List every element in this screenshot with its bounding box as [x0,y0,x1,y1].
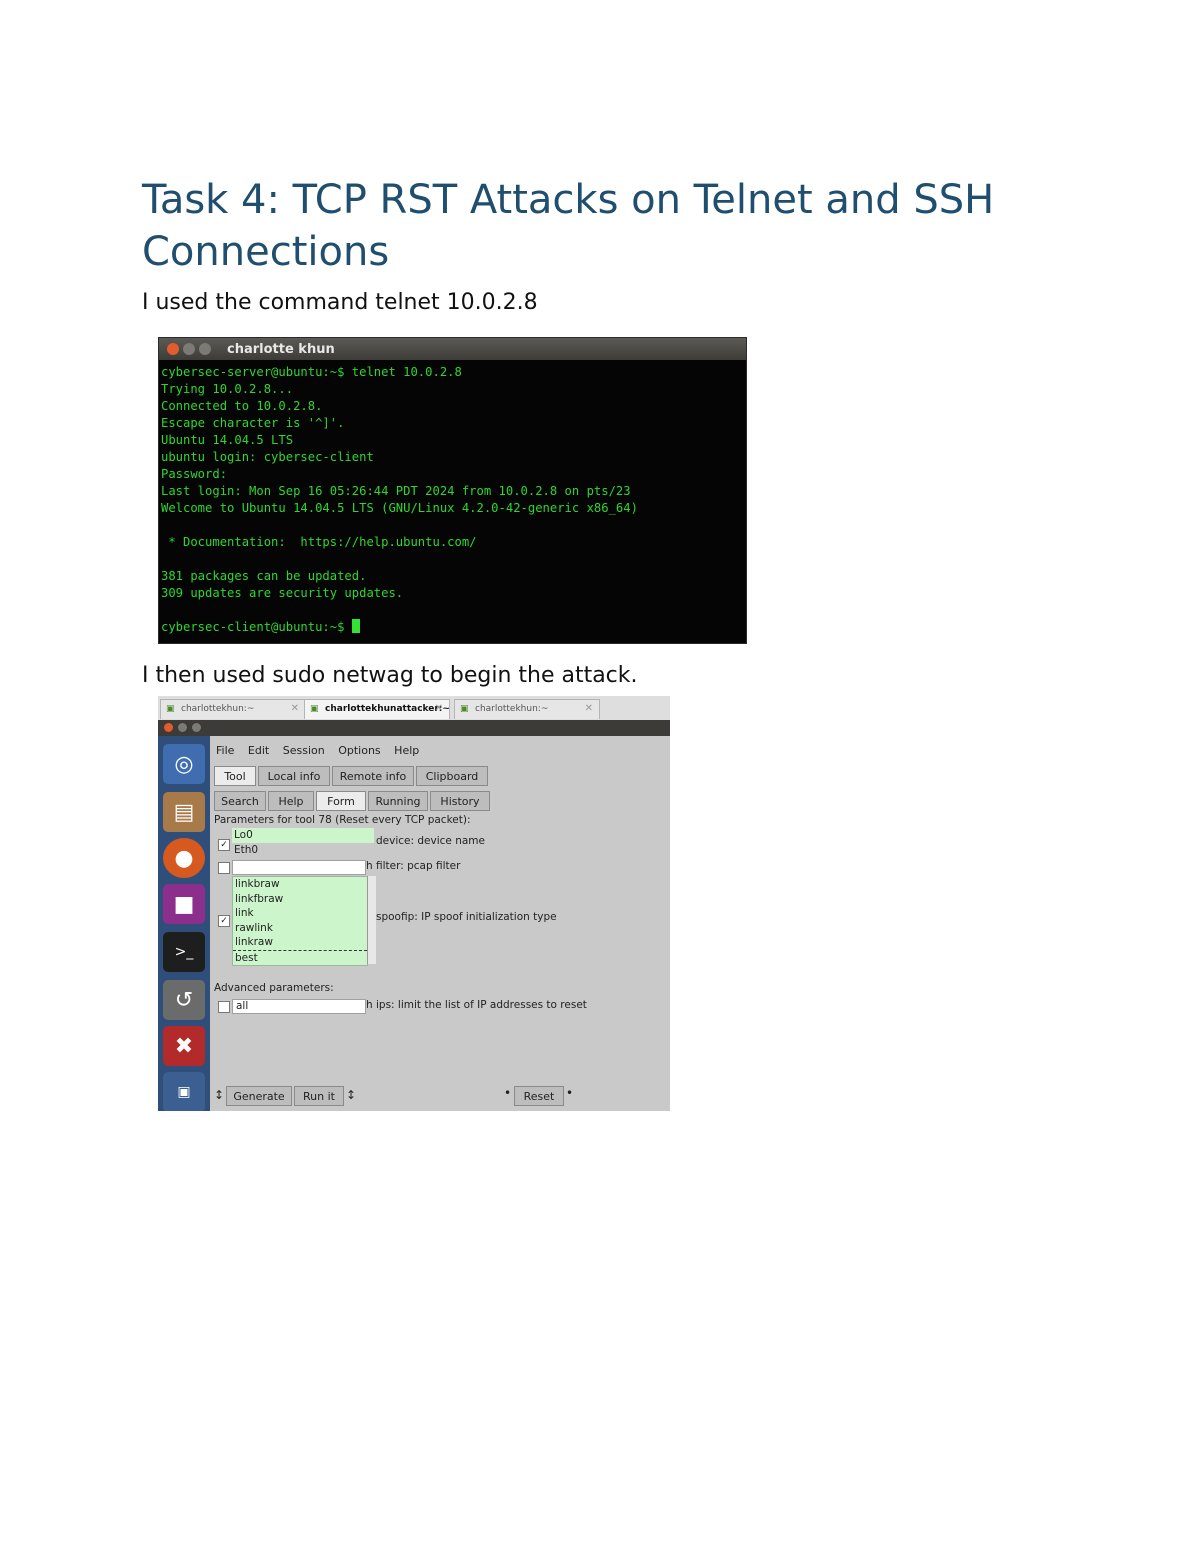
spoofip-option[interactable]: linkraw [233,935,367,950]
spoofip-listbox[interactable]: linkbraw linkfbraw link rawlink linkraw … [232,876,368,966]
device-option[interactable]: Lo0 [232,828,374,843]
menu-help[interactable]: Help [394,744,419,757]
close-icon[interactable] [167,343,179,355]
ips-input[interactable]: all [232,999,366,1014]
terminal-line: 309 updates are security updates. [161,586,404,600]
terminal-line: Ubuntu 14.04.5 LTS [161,433,294,447]
menu-bar: File Edit Session Options Help [216,744,429,757]
app-icon[interactable]: ■ [163,884,205,924]
spoofip-checkbox[interactable]: ✓ [218,915,230,927]
firefox-icon[interactable]: ● [163,838,205,878]
terminal-tab-icon: ▣ [460,704,469,714]
terminal-titlebar: charlotte khun [159,338,746,360]
terminal-tab-3[interactable]: ▣ charlottekhun:~ ✕ [454,699,600,719]
menu-file[interactable]: File [216,744,234,757]
spoofip-scrollbar[interactable] [367,876,376,964]
tool-icon[interactable]: ✖ [163,1026,205,1066]
netwag-screenshot: ▣ charlottekhun:~ ✕ ▣ charlottekhunattac… [158,696,670,1111]
menu-options[interactable]: Options [338,744,380,757]
dot-icon: • [504,1086,512,1100]
device-checkbox[interactable]: ✓ [218,839,230,851]
minimize-icon[interactable] [183,343,195,355]
files-icon[interactable]: ▤ [163,792,205,832]
terminal-prompt: cybersec-client@ubuntu:~$ [161,620,352,634]
netwag-titlebar [158,720,670,736]
terminal-tab-1[interactable]: ▣ charlottekhun:~ ✕ [160,699,306,719]
unity-launcher: ◎ ▤ ● ■ >_ ↺ ✖ ▣ [158,736,210,1111]
terminal-line: Escape character is '^]'. [161,416,345,430]
menu-session[interactable]: Session [283,744,325,757]
up-down-arrow-icon: ↕ [214,1088,225,1102]
paragraph-netwag: I then used sudo netwag to begin the att… [142,663,638,688]
tab-tool[interactable]: Tool [214,766,256,786]
terminal-line: Welcome to Ubuntu 14.04.5 LTS (GNU/Linux… [161,501,638,515]
terminal-title: charlotte khun [227,341,335,357]
ips-label: h ips: limit the list of IP addresses to… [366,999,587,1011]
terminal-line: 381 packages can be updated. [161,569,367,583]
reset-button[interactable]: Reset [514,1086,564,1106]
spoofip-label: spoofip: IP spoof initialization type [376,911,557,923]
filter-checkbox[interactable] [218,862,230,874]
maximize-icon[interactable] [199,343,211,355]
run-button[interactable]: Run it [294,1086,344,1106]
up-down-arrow-icon: ↕ [346,1088,357,1102]
filter-input[interactable] [232,860,366,875]
terminal-line: ubuntu login: cybersec-client [161,450,374,464]
terminal-tab-strip: ▣ charlottekhun:~ ✕ ▣ charlottekhunattac… [158,696,670,721]
workspace-switcher-icon[interactable]: ▣ [163,1072,205,1111]
tab-history[interactable]: History [430,791,490,811]
terminal-line: Connected to 10.0.2.8. [161,399,323,413]
terminal-line: * Documentation: https://help.ubuntu.com… [161,535,477,549]
spoofip-option[interactable]: linkfbraw [233,892,367,907]
ips-checkbox[interactable] [218,1001,230,1013]
close-icon[interactable] [164,723,173,732]
tab-running[interactable]: Running [368,791,428,811]
terminal-tab-icon: ▣ [166,704,175,714]
advanced-label: Advanced parameters: [214,982,334,994]
menu-edit[interactable]: Edit [248,744,269,757]
close-tab-icon[interactable]: ✕ [291,703,299,714]
close-tab-icon[interactable]: ✕ [585,703,593,714]
close-tab-icon[interactable]: ✕ [435,703,443,714]
spoofip-option-selected[interactable]: best [233,949,367,966]
spoofip-option[interactable]: linkbraw [233,877,367,892]
terminal-prompt-line: cybersec-client@ubuntu:~$ [161,619,744,636]
tab-clipboard[interactable]: Clipboard [416,766,488,786]
maximize-icon[interactable] [192,723,201,732]
spoofip-option[interactable]: rawlink [233,921,367,936]
terminal-screenshot: charlotte khun cybersec-server@ubuntu:~$… [158,337,747,644]
minimize-icon[interactable] [178,723,187,732]
device-select[interactable]: Lo0 Eth0 [232,828,374,858]
terminal-tab-icon: ▣ [310,704,319,714]
tab-search[interactable]: Search [214,791,266,811]
spoofip-option[interactable]: link [233,906,367,921]
params-header: Parameters for tool 78 (Reset every TCP … [214,814,471,826]
tab-help[interactable]: Help [268,791,314,811]
dot-icon: • [566,1086,574,1100]
terminal-cursor [351,619,360,633]
device-label: device: device name [376,835,485,847]
terminal-icon[interactable]: >_ [163,932,205,972]
terminal-line: Trying 10.0.2.8... [161,382,294,396]
tab-form[interactable]: Form [316,791,366,811]
terminal-tab-2[interactable]: ▣ charlottekhunattacker:~ ✕ [304,699,450,719]
paragraph-telnet: I used the command telnet 10.0.2.8 [142,290,538,315]
device-option[interactable]: Eth0 [232,843,374,858]
terminal-line: cybersec-server@ubuntu:~$ telnet 10.0.2.… [161,365,462,379]
generate-button[interactable]: Generate [226,1086,292,1106]
software-updater-icon[interactable]: ↺ [163,980,205,1020]
terminal-line: Password: [161,467,228,481]
netwag-window: File Edit Session Options Help Tool Loca… [210,736,670,1111]
page-title: Task 4: TCP RST Attacks on Telnet and SS… [142,177,995,275]
tab-local-info[interactable]: Local info [258,766,330,786]
terminal-output: cybersec-server@ubuntu:~$ telnet 10.0.2.… [159,360,746,640]
ubuntu-logo-icon[interactable]: ◎ [163,744,205,784]
filter-label: h filter: pcap filter [366,860,461,872]
tab-remote-info[interactable]: Remote info [332,766,414,786]
terminal-line: Last login: Mon Sep 16 05:26:44 PDT 2024… [161,484,631,498]
